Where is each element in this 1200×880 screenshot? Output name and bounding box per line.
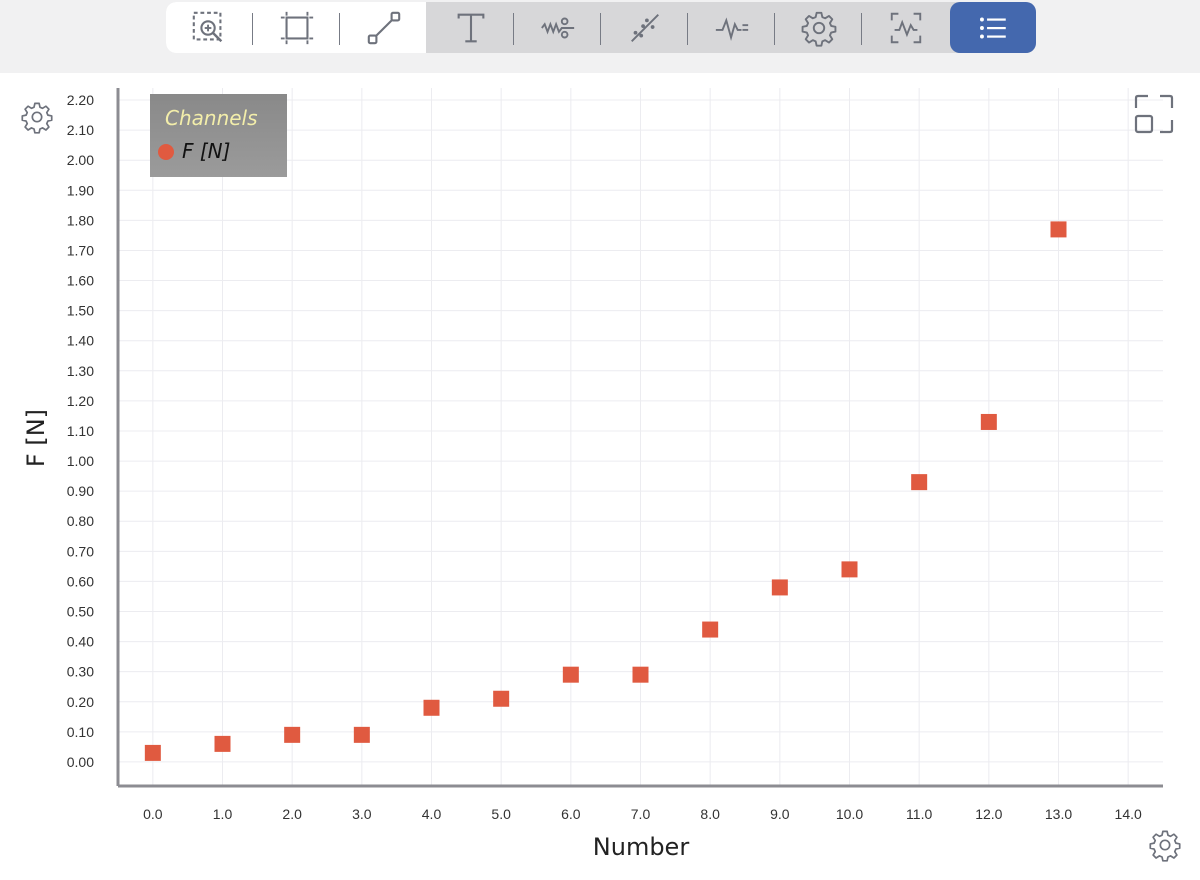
x-tick-label: 2.0 bbox=[282, 806, 302, 822]
y-tick-label: 1.10 bbox=[67, 423, 94, 439]
signal-icon bbox=[715, 16, 749, 41]
x-tick-label: 6.0 bbox=[561, 806, 581, 822]
data-point bbox=[632, 666, 649, 683]
text-icon bbox=[457, 13, 485, 42]
y-axis-ticks: 0.00 0.10 0.20 0.30 0.40 0.50 0.60 0.70 0.80 0.90… bbox=[67, 92, 94, 770]
y-tick-label: 0.10 bbox=[67, 724, 94, 740]
data-point bbox=[771, 579, 788, 596]
data-point bbox=[353, 726, 370, 743]
x-tick-label: 11.0 bbox=[906, 806, 932, 822]
settings-tool[interactable] bbox=[784, 2, 854, 53]
x-axis-ticks: 0.0 1.0 2.0 3.0 4.0 5.0 6.0 7.0 8.0 9.0 10.0 11.0 12… bbox=[143, 806, 1142, 822]
y-tick-label: 2.10 bbox=[67, 122, 94, 138]
y-tick-label: 0.20 bbox=[67, 694, 94, 710]
fit-tool[interactable] bbox=[610, 2, 680, 53]
y-tick-label: 2.00 bbox=[67, 152, 94, 168]
gear-icon bbox=[801, 11, 837, 47]
legend: Channels F [N] bbox=[150, 94, 287, 177]
x-tick-label: 13.0 bbox=[1045, 806, 1072, 822]
line-segment-icon bbox=[367, 11, 401, 44]
y-tick-label: 0.00 bbox=[67, 754, 94, 770]
data-point bbox=[214, 735, 231, 752]
toolbar bbox=[166, 2, 1036, 53]
legend-marker bbox=[158, 144, 174, 160]
x-tick-label: 3.0 bbox=[352, 806, 372, 822]
toolbar-divider bbox=[252, 13, 253, 45]
y-tick-label: 0.60 bbox=[67, 573, 94, 589]
y-tick-label: 0.90 bbox=[67, 483, 94, 499]
waveform-box-icon bbox=[890, 12, 922, 43]
selection-box-icon bbox=[280, 11, 314, 44]
y-tick-label: 0.50 bbox=[67, 604, 94, 620]
y-tick-label: 2.20 bbox=[67, 92, 94, 108]
y-tick-label: 0.70 bbox=[67, 543, 94, 559]
data-point bbox=[911, 474, 928, 491]
x-tick-label: 7.0 bbox=[631, 806, 651, 822]
data-point bbox=[423, 699, 440, 716]
toolbar-divider bbox=[339, 13, 340, 45]
y-tick-label: 1.00 bbox=[67, 453, 94, 469]
x-tick-label: 4.0 bbox=[422, 806, 442, 822]
y-tick-label: 1.20 bbox=[67, 393, 94, 409]
zoom-region-tool[interactable] bbox=[174, 2, 244, 53]
y-tick-label: 0.40 bbox=[67, 634, 94, 650]
analysis-tool[interactable] bbox=[871, 2, 941, 53]
list-icon bbox=[979, 17, 1006, 38]
gear-icon bbox=[1149, 830, 1181, 862]
y-tick-label: 1.70 bbox=[67, 242, 94, 258]
toolbar-divider bbox=[600, 13, 601, 45]
signal-tool[interactable] bbox=[697, 2, 767, 53]
selection-box-tool[interactable] bbox=[262, 2, 332, 53]
x-tick-label: 9.0 bbox=[770, 806, 790, 822]
y-tick-label: 1.90 bbox=[67, 182, 94, 198]
data-point bbox=[284, 726, 301, 743]
data-point bbox=[841, 561, 858, 578]
data-point bbox=[493, 690, 510, 707]
x-tick-label: 10.0 bbox=[836, 806, 863, 822]
line-tool[interactable] bbox=[349, 2, 419, 53]
y-tick-label: 0.80 bbox=[67, 513, 94, 529]
y-tick-label: 1.40 bbox=[67, 333, 94, 349]
toolbar-divider bbox=[861, 13, 862, 45]
smoothing-tool[interactable] bbox=[523, 2, 593, 53]
toolbar-divider bbox=[774, 13, 775, 45]
toolbar-divider bbox=[687, 13, 688, 45]
y-tick-label: 1.30 bbox=[67, 363, 94, 379]
y-tick-label: 0.30 bbox=[67, 664, 94, 680]
x-tick-label: 8.0 bbox=[700, 806, 720, 822]
x-tick-label: 5.0 bbox=[491, 806, 511, 822]
data-point bbox=[980, 413, 997, 430]
x-axis-label: Number bbox=[593, 833, 690, 861]
data-point bbox=[562, 666, 579, 683]
x-tick-label: 1.0 bbox=[213, 806, 233, 822]
expand-chart-button[interactable] bbox=[1134, 94, 1174, 134]
fit-line-icon bbox=[631, 13, 659, 42]
x-tick-label: 0.0 bbox=[143, 806, 163, 822]
expand-icon bbox=[1134, 94, 1174, 134]
data-point bbox=[144, 744, 161, 761]
x-tick-label: 12.0 bbox=[975, 806, 1002, 822]
scatter-chart: 0.00 0.10 0.20 0.30 0.40 0.50 0.60 0.70 0.80 0.90… bbox=[22, 88, 1163, 861]
text-tool[interactable] bbox=[436, 2, 506, 53]
data-point bbox=[1050, 221, 1067, 238]
legend-item-label: F [N] bbox=[182, 139, 231, 163]
y-tick-label: 1.60 bbox=[67, 273, 94, 289]
y-axis-settings-button[interactable] bbox=[20, 100, 54, 134]
y-tick-label: 1.50 bbox=[67, 303, 94, 319]
data-point bbox=[702, 621, 719, 638]
gear-icon bbox=[21, 102, 53, 134]
smoothing-icon bbox=[541, 17, 575, 38]
toolbar-divider bbox=[513, 13, 514, 45]
list-tool[interactable] bbox=[950, 2, 1036, 53]
y-axis-label: F [N] bbox=[22, 409, 50, 467]
legend-title: Channels bbox=[165, 106, 258, 130]
x-tick-label: 14.0 bbox=[1115, 806, 1142, 822]
zoom-region-icon bbox=[192, 11, 223, 42]
x-axis-settings-button[interactable] bbox=[1148, 828, 1182, 862]
y-tick-label: 1.80 bbox=[67, 212, 94, 228]
